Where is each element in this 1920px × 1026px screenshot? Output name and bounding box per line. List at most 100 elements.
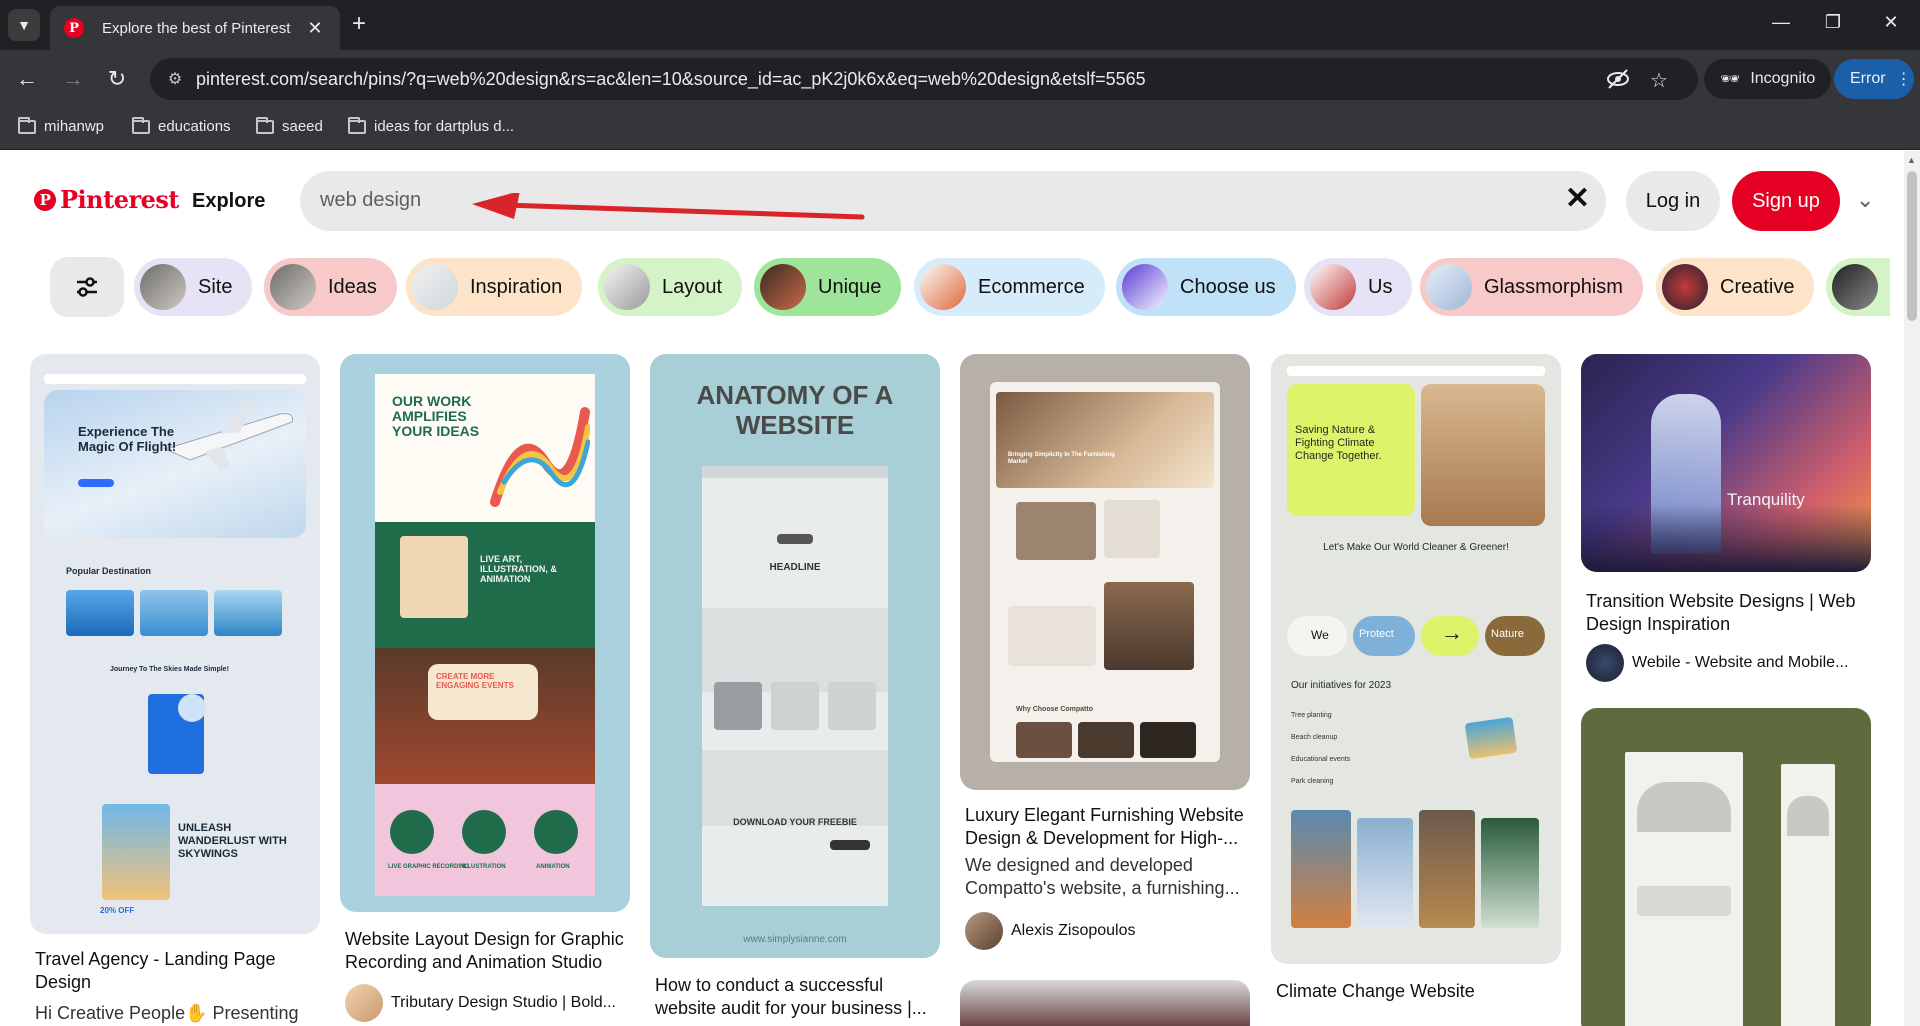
chip-glassmorphism[interactable]: Glassmorphism (1420, 258, 1643, 316)
pin-title[interactable]: Website Layout Design for Graphic Record… (345, 928, 625, 974)
mock-label: LIVE GRAPHIC RECORDING (388, 864, 470, 870)
mock-illustration (400, 536, 468, 618)
pin-author[interactable]: Alexis Zisopoulos (965, 912, 1136, 950)
profile-error-button[interactable]: Error ⋮ (1834, 59, 1914, 99)
address-bar[interactable]: ⚙ pinterest.com/search/pins/?q=web%20des… (150, 58, 1698, 100)
pin-title[interactable]: How to conduct a successful website audi… (655, 974, 935, 1020)
pin-image[interactable]: Experience The Magic Of Flight! Popular … (30, 354, 320, 934)
clear-search-icon[interactable]: ✕ (1565, 181, 1590, 216)
signup-button[interactable]: Sign up (1732, 171, 1840, 231)
chip-thumbnail (604, 264, 650, 310)
chip-ideas[interactable]: Ideas (264, 258, 397, 316)
close-window-icon[interactable]: ✕ (1876, 12, 1906, 33)
scroll-up-icon[interactable]: ▲ (1907, 155, 1916, 165)
mock-destination (140, 590, 208, 636)
folder-icon (18, 116, 36, 134)
chip-thumbnail (1122, 264, 1168, 310)
mock-card (1016, 502, 1096, 560)
pin-author[interactable]: Tributary Design Studio | Bold... (345, 984, 616, 1022)
mock-label: ILLUSTRATION (462, 864, 506, 870)
logo-text: Pinterest (60, 185, 179, 214)
mock-arch (1637, 782, 1731, 832)
pin-image[interactable]: Saving Nature & Fighting Climate Change … (1271, 354, 1561, 964)
mock-hero-text: Experience The Magic Of Flight! (78, 424, 177, 454)
pin-title[interactable]: Transition Website Designs | Web Design … (1586, 590, 1866, 636)
chip-more[interactable] (1826, 258, 1890, 316)
pin-image[interactable]: ANATOMY OF A WEBSITE HEADLINE DOWNLOAD Y… (650, 354, 940, 958)
mock-card (1357, 818, 1413, 928)
browser-tab[interactable]: P Explore the best of Pinterest ✕ (50, 6, 340, 50)
pin-title[interactable]: Luxury Elegant Furnishing Website Design… (965, 804, 1245, 850)
guide-chips: Site Ideas Inspiration Layout Unique Eco… (50, 257, 1890, 319)
login-button[interactable]: Log in (1626, 171, 1720, 231)
pin-title[interactable]: Climate Change Website (1276, 980, 1556, 1003)
bookmark-folder[interactable]: ideas for dartplus d... (348, 116, 514, 135)
pin-image-next[interactable] (960, 980, 1250, 1026)
back-icon[interactable]: ← (12, 64, 42, 94)
pin-image[interactable]: OUR WORK AMPLIFIES YOUR IDEAS LIVE ART, … (340, 354, 630, 912)
eye-off-icon[interactable] (1606, 68, 1630, 96)
chip-label: Unique (818, 275, 882, 298)
chip-label: Layout (662, 275, 723, 298)
mock-pill-text: We (1311, 628, 1329, 642)
chip-site[interactable]: Site (134, 258, 253, 316)
pin-author[interactable]: Webile - Website and Mobile... (1586, 644, 1848, 682)
mock-card (1291, 810, 1351, 928)
mock-headline: HEADLINE (769, 562, 821, 573)
forward-icon[interactable]: → (58, 64, 88, 94)
chip-thumbnail (270, 264, 316, 310)
mock-photo (1464, 716, 1518, 760)
mock-offer: 20% OFF (100, 906, 135, 915)
chip-label: Inspiration (470, 275, 563, 298)
mock-mid-text: Let's Make Our World Cleaner & Greener! (1323, 542, 1509, 553)
incognito-label: Incognito (1750, 70, 1816, 87)
filter-button[interactable] (50, 257, 124, 317)
tab-search-button[interactable]: ▼ (8, 9, 40, 41)
mock-hero-text: Saving Nature & Fighting Climate Change … (1295, 424, 1382, 462)
url-text[interactable]: pinterest.com/search/pins/?q=web%20desig… (196, 69, 1146, 90)
mock-row-text: Tree planting (1291, 712, 1332, 719)
bookmark-star-icon[interactable]: ☆ (1650, 68, 1668, 93)
restore-icon[interactable]: ❐ (1818, 12, 1848, 33)
kebab-menu-icon[interactable]: ⋮ (1896, 69, 1912, 89)
explore-link[interactable]: Explore (192, 190, 265, 213)
chip-creative[interactable]: Creative (1656, 258, 1815, 316)
incognito-indicator[interactable]: 🕶 Incognito (1704, 59, 1832, 99)
bookmark-folder[interactable]: saeed (256, 116, 323, 135)
chip-label: Ecommerce (978, 275, 1085, 298)
mock-wire-image (702, 608, 888, 692)
page-scrollbar[interactable]: ▲ (1904, 151, 1920, 1026)
close-tab-icon[interactable]: ✕ (304, 18, 326, 39)
chevron-down-icon[interactable]: ⌄ (1856, 187, 1874, 213)
author-name: Alexis Zisopoulos (1011, 922, 1136, 939)
bookmark-folder[interactable]: mihanwp (18, 116, 104, 135)
chip-thumbnail (140, 264, 186, 310)
mock-destination (214, 590, 282, 636)
search-input[interactable]: web design (320, 189, 421, 212)
chip-us[interactable]: Us (1304, 258, 1413, 316)
pin-image-next[interactable] (1581, 708, 1871, 1026)
pin-title[interactable]: Travel Agency - Landing Page Design (35, 948, 315, 994)
minimize-icon[interactable]: — (1766, 12, 1796, 33)
chip-layout[interactable]: Layout (598, 258, 743, 316)
mock-mid-text: LIVE ART, ILLUSTRATION, & ANIMATION (480, 554, 557, 584)
chip-ecommerce[interactable]: Ecommerce (914, 258, 1105, 316)
reload-icon[interactable]: ↻ (102, 64, 132, 94)
chip-unique[interactable]: Unique (754, 258, 902, 316)
mock-text-block (1008, 606, 1096, 666)
bookmark-folder[interactable]: educations (132, 116, 231, 135)
new-tab-icon[interactable]: + (352, 12, 366, 36)
avatar (965, 912, 1003, 950)
mock-row-text: Park cleaning (1291, 778, 1334, 785)
chip-choose-us[interactable]: Choose us (1116, 258, 1296, 316)
mock-card (1419, 810, 1475, 928)
pin-image[interactable]: Bringing Simplicity In The Furnishing Ma… (960, 354, 1250, 790)
author-name: Tributary Design Studio | Bold... (391, 994, 616, 1011)
bookmark-label: educations (158, 118, 231, 135)
pinterest-logo[interactable]: P Pinterest (34, 185, 179, 214)
site-info-icon[interactable]: ⚙ (164, 68, 186, 90)
scroll-thumb[interactable] (1907, 171, 1917, 321)
chip-inspiration[interactable]: Inspiration (406, 258, 583, 316)
mock-kid-photo (102, 804, 170, 900)
pin-image[interactable]: Tranquility (1581, 354, 1871, 572)
